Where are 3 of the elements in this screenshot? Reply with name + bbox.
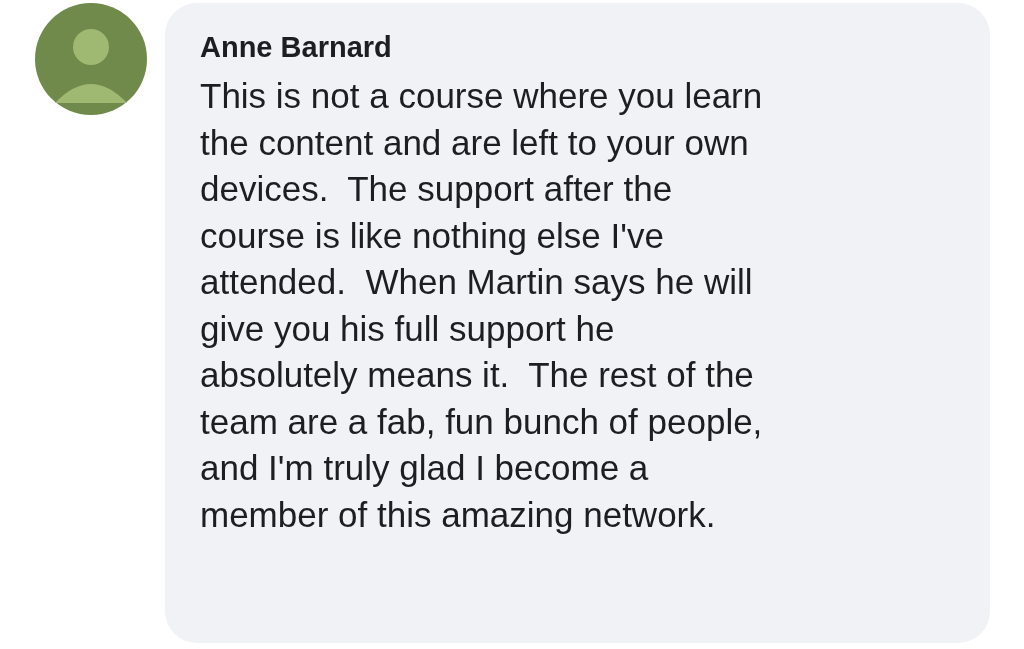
avatar-icon [35, 3, 147, 115]
comment-text: This is not a course where you learn the content and are left to your own devices. The support after the course is like nothing else I've attended. When Martin says he will give you his full support he absolutely means it. The rest of the team are a fab, fun bunch of people, and I'm truly glad I become a member of this amazing network. [200, 75, 764, 536]
author-name[interactable]: Anne Barnard [200, 27, 970, 67]
